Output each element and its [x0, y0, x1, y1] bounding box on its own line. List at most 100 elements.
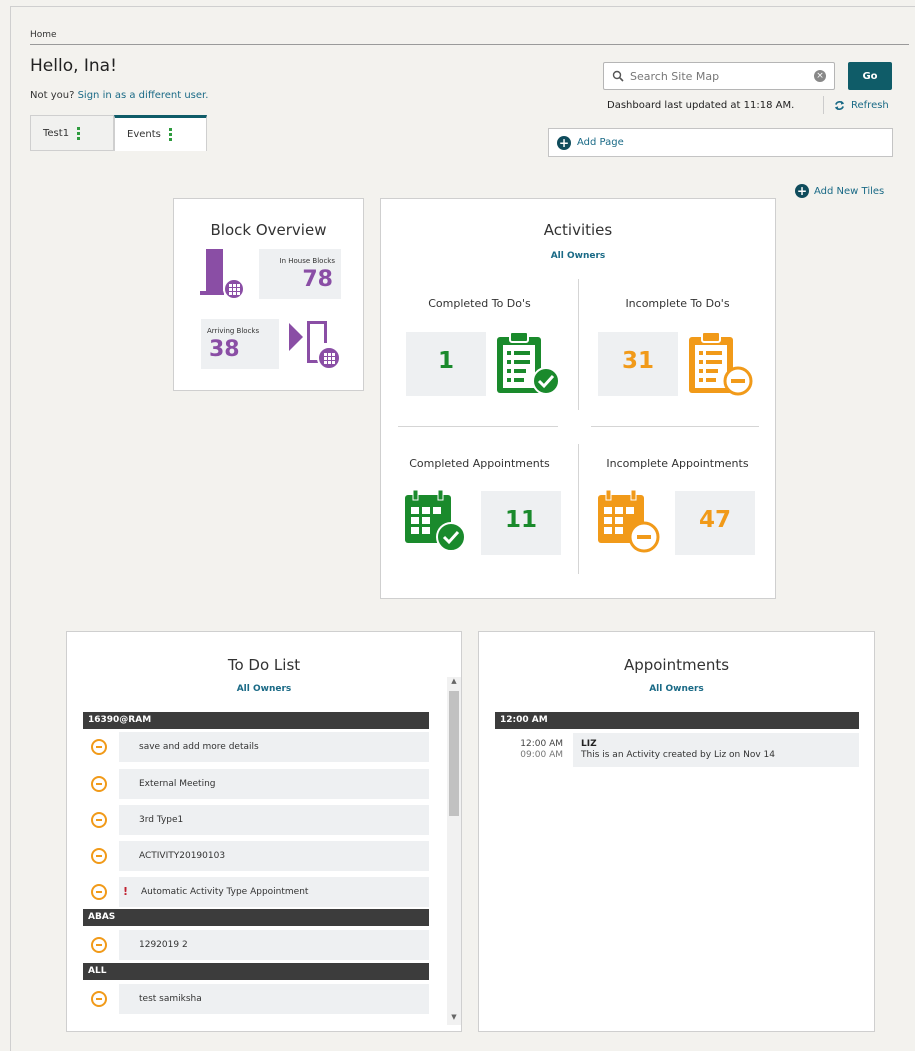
clipboard-minus-icon: [689, 331, 753, 396]
in-house-blocks-box[interactable]: In House Blocks 78: [259, 249, 341, 299]
not-you-prefix: Not you?: [30, 90, 75, 101]
tile-title: Activities: [543, 221, 613, 239]
add-icon: +: [795, 184, 809, 198]
appointment-group-header: 12:00 AM: [495, 712, 859, 729]
appointment-time: 12:00 AM 09:00 AM: [495, 733, 573, 767]
todo-item-text: save and add more details: [139, 742, 259, 752]
list-item[interactable]: External Meeting: [83, 769, 429, 799]
divider: [823, 96, 824, 114]
owner-filter-link[interactable]: All Owners: [381, 251, 775, 261]
refresh-button[interactable]: Refresh: [834, 100, 889, 111]
todo-item-text: Automatic Activity Type Appointment: [141, 887, 309, 897]
list-item[interactable]: 3rd Type1: [83, 805, 429, 835]
clear-search-icon[interactable]: ×: [814, 70, 826, 82]
refresh-label: Refresh: [851, 100, 889, 111]
priority-icon: !: [123, 885, 129, 898]
list-item[interactable]: ACTIVITY20190103: [83, 841, 429, 871]
tab-test1[interactable]: Test1: [30, 115, 114, 151]
appointments-tile: Appointments All Owners 12:00 AM 12:00 A…: [478, 631, 875, 1032]
list-item[interactable]: save and add more details: [83, 732, 429, 762]
appointment-entry[interactable]: 12:00 AM 09:00 AM LIZ This is an Activit…: [495, 733, 859, 767]
add-icon: +: [557, 135, 571, 150]
todo-list-tile: To Do List All Owners 16390@RAM save and…: [66, 631, 462, 1032]
incomplete-icon: [91, 884, 107, 900]
incomplete-todos-value: 31: [621, 348, 654, 374]
incomplete-appointments-value: 47: [698, 507, 731, 533]
completed-todos-box[interactable]: 1: [406, 332, 486, 396]
appointment-start: 12:00 AM: [520, 739, 563, 749]
tile-title: Block Overview: [210, 221, 327, 239]
incomplete-icon: [91, 739, 107, 755]
search-input[interactable]: [630, 69, 814, 83]
owner-filter-link[interactable]: All Owners: [67, 684, 461, 694]
todo-group-header: 16390@RAM: [83, 712, 429, 729]
in-house-blocks-label: In House Blocks: [279, 257, 335, 265]
search-icon: [612, 70, 624, 82]
tab-label: Events: [127, 129, 161, 140]
todo-item-text: External Meeting: [139, 779, 216, 789]
todo-item-text: test samiksha: [139, 994, 202, 1004]
appointment-owner: LIZ: [581, 739, 597, 749]
owner-filter-link[interactable]: All Owners: [479, 684, 874, 694]
clipboard-check-icon: [497, 331, 560, 395]
incomplete-appointments-label: Incomplete Appointments: [606, 457, 749, 470]
dashboard-tabs: Test1 Events: [30, 115, 207, 151]
scrollbar-thumb[interactable]: [449, 691, 459, 816]
breadcrumb[interactable]: Home: [30, 30, 57, 40]
incomplete-icon: [91, 776, 107, 792]
in-house-door-icon: [200, 249, 245, 300]
incomplete-appointments-box[interactable]: 47: [675, 491, 755, 555]
site-map-search: ×: [603, 62, 835, 90]
scroll-up-icon[interactable]: ▲: [447, 677, 461, 689]
in-house-blocks-value: 78: [302, 267, 333, 292]
add-page-label: Add Page: [577, 137, 624, 148]
scrollbar[interactable]: ▲ ▼: [447, 677, 461, 1025]
divider: [591, 426, 759, 427]
list-item[interactable]: test samiksha: [83, 984, 429, 1014]
sign-in-different-user-link[interactable]: Sign in as a different user.: [78, 90, 209, 101]
arriving-door-icon: [289, 321, 341, 370]
dashboard-updated-text: Dashboard last updated at 11:18 AM.: [607, 100, 795, 111]
list-item[interactable]: 1292019 2: [83, 930, 429, 960]
scroll-down-icon[interactable]: ▼: [447, 1013, 461, 1025]
todo-group-header: ALL: [83, 963, 429, 980]
arriving-blocks-value: 38: [209, 337, 240, 362]
calendar-check-icon: [405, 489, 466, 552]
incomplete-icon: [91, 848, 107, 864]
kebab-menu-icon[interactable]: [168, 128, 172, 141]
completed-appointments-box[interactable]: 11: [481, 491, 561, 555]
appointment-text: This is an Activity created by Liz on No…: [581, 750, 775, 760]
tab-events[interactable]: Events: [114, 115, 207, 151]
completed-todos-label: Completed To Do's: [428, 297, 531, 310]
go-button[interactable]: Go: [848, 62, 892, 90]
tile-title: Appointments: [623, 656, 730, 674]
incomplete-icon: [91, 812, 107, 828]
completed-appointments-value: 11: [504, 507, 537, 533]
add-new-tiles-button[interactable]: + Add New Tiles: [795, 184, 884, 198]
add-new-tiles-label: Add New Tiles: [814, 185, 885, 197]
refresh-icon: [834, 100, 845, 111]
header-divider: [30, 44, 909, 45]
completed-appointments-label: Completed Appointments: [409, 457, 550, 470]
incomplete-icon: [91, 991, 107, 1007]
tab-label: Test1: [43, 127, 70, 139]
kebab-menu-icon[interactable]: [77, 126, 81, 140]
divider: [398, 426, 558, 427]
todo-item-text: 3rd Type1: [139, 815, 184, 825]
todo-item-text: ACTIVITY20190103: [139, 851, 226, 861]
incomplete-todos-label: Incomplete To Do's: [625, 297, 730, 310]
calendar-minus-icon: [598, 489, 660, 553]
arriving-blocks-box[interactable]: Arriving Blocks 38: [201, 319, 279, 369]
block-overview-tile[interactable]: Block Overview In House Blocks 78 Arrivi…: [173, 198, 364, 391]
incomplete-icon: [91, 937, 107, 953]
not-you-text: Not you? Sign in as a different user.: [30, 90, 208, 101]
activities-tile[interactable]: Activities All Owners Completed To Do's …: [380, 198, 776, 599]
arriving-blocks-label: Arriving Blocks: [207, 327, 260, 335]
greeting: Hello, Ina!: [30, 56, 117, 76]
list-item[interactable]: ! Automatic Activity Type Appointment: [83, 877, 429, 907]
todo-item-text: 1292019 2: [139, 940, 188, 950]
appointment-detail: LIZ This is an Activity created by Liz o…: [573, 733, 859, 767]
incomplete-todos-box[interactable]: 31: [598, 332, 678, 396]
add-page-button[interactable]: + Add Page: [548, 128, 893, 157]
completed-todos-value: 1: [437, 348, 454, 374]
